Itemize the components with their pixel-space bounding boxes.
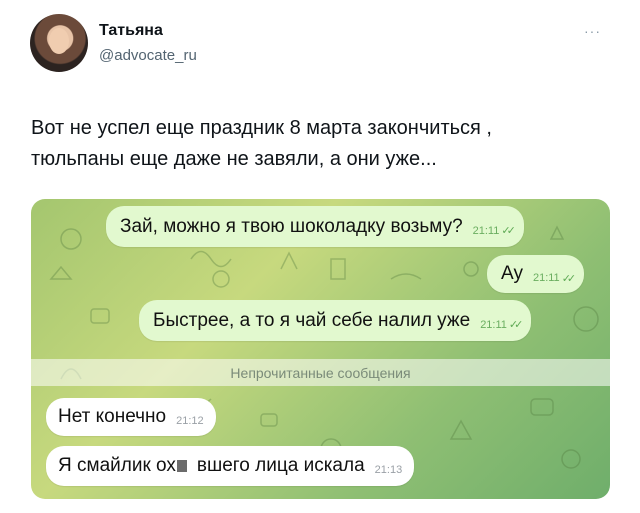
censor-block	[176, 460, 187, 472]
message-time: 21:13	[374, 464, 403, 476]
message-time: 21:12	[176, 415, 204, 427]
message-bubble-in[interactable]: Нет конечно 21:12	[46, 398, 216, 436]
author-handle[interactable]: @advocate_ru	[99, 47, 197, 64]
tweet-text: Вот не успел еще праздник 8 марта законч…	[31, 113, 591, 175]
message-bubble-in[interactable]: Я смайлик ох вшего лица искала 21:13	[46, 446, 415, 486]
message-text-part-1: Я смайлик ох	[58, 455, 176, 476]
message-time: 21:11	[480, 318, 507, 331]
message-text: Нет конечно	[58, 406, 167, 427]
tweet-text-line-1: Вот не успел еще праздник 8 марта законч…	[31, 117, 492, 139]
message-time: 21:11	[472, 224, 500, 237]
more-options-icon[interactable]: ···	[584, 23, 601, 39]
author-name[interactable]: Татьяна	[99, 22, 163, 40]
author-avatar[interactable]	[30, 14, 88, 72]
avatar-face	[49, 28, 69, 54]
read-check-icon: ✓✓	[501, 225, 516, 237]
read-check-icon: ✓✓	[508, 319, 524, 331]
message-bubble-out[interactable]: Быстрее, а то я чай себе налил уже 21:11…	[139, 300, 532, 341]
message-text: Зай, можно я твою шоколадку возьму?	[120, 215, 463, 237]
tweet-text-line-2: тюльпаны еще даже не завяли, а они уже..…	[31, 148, 437, 170]
message-text: Быстрее, а то я чай себе налил уже	[153, 309, 471, 331]
message-text-part-2: вшего лица искала	[196, 455, 365, 476]
read-check-icon: ✓✓	[561, 272, 577, 285]
message-bubble-out[interactable]: Зай, можно я твою шоколадку возьму? 21:1…	[106, 206, 524, 247]
unread-messages-divider: Непрочитанные сообщения	[31, 359, 610, 386]
message-bubble-out[interactable]: Ау 21:11 ✓✓	[487, 255, 585, 293]
chat-screenshot[interactable]: Зай, можно я твою шоколадку возьму? 21:1…	[31, 199, 610, 499]
message-text: Ау	[501, 263, 523, 284]
message-time: 21:11	[532, 272, 560, 284]
